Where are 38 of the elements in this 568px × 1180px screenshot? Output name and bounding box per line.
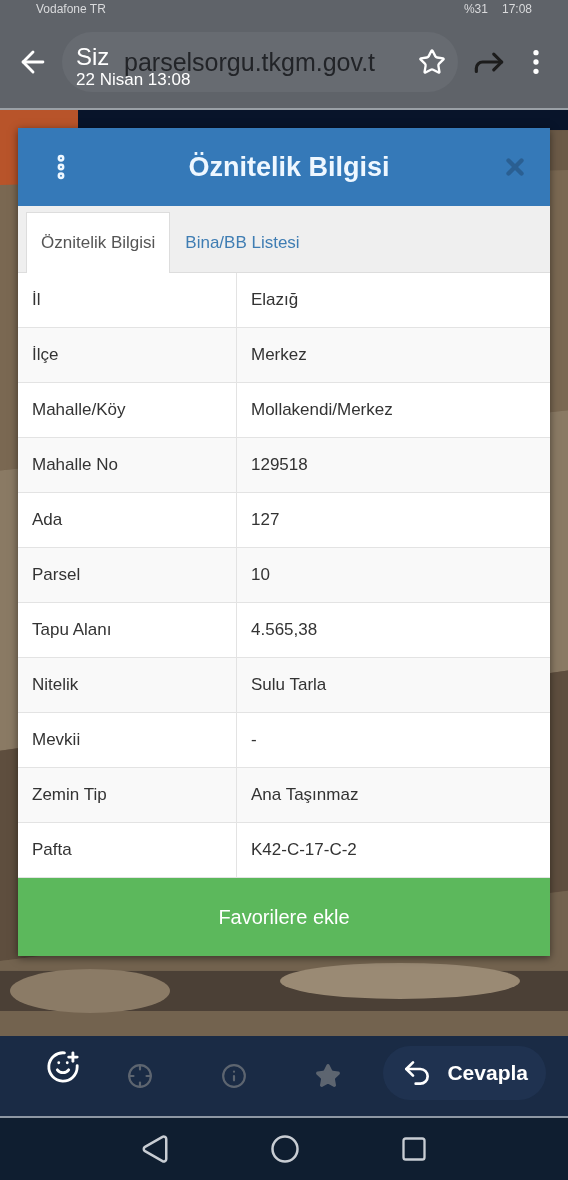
home-icon[interactable] — [270, 1134, 300, 1164]
dialog-title: Öznitelik Bilgisi — [188, 151, 390, 183]
battery-percent: %31 — [463, 2, 488, 16]
table-cell-text: 4.565,38 — [250, 619, 319, 641]
table-cell-text: 127 — [250, 509, 281, 531]
clock: 17:08 — [501, 2, 532, 16]
table-cell-text: K42-C-17-C-2 — [250, 839, 358, 861]
emoji-add-icon[interactable] — [46, 1050, 80, 1084]
table-cell: Mahalle/Köy — [18, 383, 237, 437]
table-cell-text: Elazığ — [250, 289, 300, 311]
carrier-name: Vodafone TR — [36, 2, 106, 16]
table-cell-text: 10 — [250, 564, 271, 586]
table-cell-text: 129518 — [250, 454, 309, 476]
reply-button[interactable]: Cevapla — [383, 1046, 546, 1100]
table-cell-text: Mollakendi/Merkez — [250, 399, 394, 421]
table-cell: Mahalle No — [18, 438, 237, 492]
star-icon[interactable] — [315, 1063, 341, 1089]
table-cell: Zemin Tip — [18, 768, 237, 822]
tab[interactable]: Bina/BB Listesi — [170, 212, 315, 273]
recents-icon[interactable] — [400, 1135, 428, 1163]
tab[interactable]: Öznitelik Bilgisi — [26, 212, 171, 273]
table-cell: Ada — [18, 493, 237, 547]
table-cell: Tapu Alanı — [18, 603, 237, 657]
favorite-button[interactable]: Favorilere ekle — [18, 878, 550, 956]
table-cell: İl — [18, 273, 237, 327]
table-cell: Nitelik — [18, 658, 237, 712]
table-cell-text: Sulu Tarla — [250, 674, 328, 696]
table-cell-text: Ana Taşınmaz — [250, 784, 360, 806]
info-icon[interactable] — [221, 1063, 247, 1089]
table-cell: Parsel — [18, 548, 237, 602]
table-cell: İlçe — [18, 328, 237, 382]
back-icon[interactable] — [140, 1134, 170, 1164]
table-cell: Pafta — [18, 823, 237, 877]
table-cell-text: - — [250, 729, 258, 751]
table-cell: Mevkii — [18, 713, 237, 767]
table-cell-text: Merkez — [250, 344, 308, 366]
star-icon[interactable] — [418, 48, 446, 76]
crosshair-icon[interactable] — [127, 1063, 153, 1089]
